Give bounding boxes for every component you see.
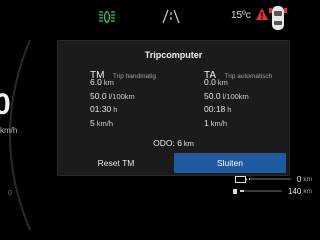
trip-consumption: 50.0 l/100km — [90, 90, 135, 101]
warning-triangle-icon — [256, 8, 268, 20]
trip-time: 00:18 h — [204, 104, 232, 114]
trip-avg-speed: 5 km/h — [90, 117, 113, 128]
road-icon — [162, 9, 180, 24]
electric-range-gauge: 0 km — [234, 174, 312, 184]
close-button[interactable]: Sluiten — [174, 153, 286, 173]
reset-tm-button[interactable]: Reset TM — [60, 153, 172, 173]
odometer: ODO: 6 km — [153, 138, 194, 148]
fuel-range-value: 140 — [287, 186, 302, 196]
speed-value: 0 — [0, 88, 11, 121]
dialog-title: Tripcomputer — [144, 50, 203, 60]
car-top-view-icon — [269, 6, 287, 30]
electric-range-value: 0 — [296, 174, 302, 184]
outside-temperature: 15ºc — [231, 10, 251, 21]
gauge-tick-label: 0 — [8, 190, 12, 197]
trip-subtitle: Trip automatisch — [224, 73, 273, 80]
trip-manual-column: TM Trip handmatig 6.0 km 50.0 l/100km 01:3… — [90, 65, 156, 131]
speed-unit: km/h — [0, 126, 18, 135]
trip-time: 01:30 h — [90, 104, 118, 114]
fuel-pump-icon — [232, 188, 237, 194]
speedometer-arc — [9, 40, 31, 230]
tripcomputer-dialog: Tripcomputer TM Trip handmatig 6.0 km 50.… — [57, 40, 290, 176]
electric-range-bar — [248, 178, 291, 180]
trip-consumption: 50.0 l/100km — [204, 90, 249, 101]
fuel-range-gauge: 140 km — [232, 186, 312, 196]
electric-range-unit: km — [303, 175, 312, 183]
fuel-range-unit: km — [303, 187, 312, 195]
trip-avg-speed: 1 km/h — [204, 117, 227, 128]
status-bar: 15ºc — [0, 0, 320, 34]
fuel-range-bar — [239, 190, 282, 192]
trip-subtitle: Trip handmatig — [112, 73, 157, 80]
battery-icon — [234, 175, 247, 183]
fog-light-icon — [99, 10, 115, 24]
trip-automatic-column: TA Trip automatisch 0.0 km 50.0 l/100km 00… — [204, 65, 272, 131]
